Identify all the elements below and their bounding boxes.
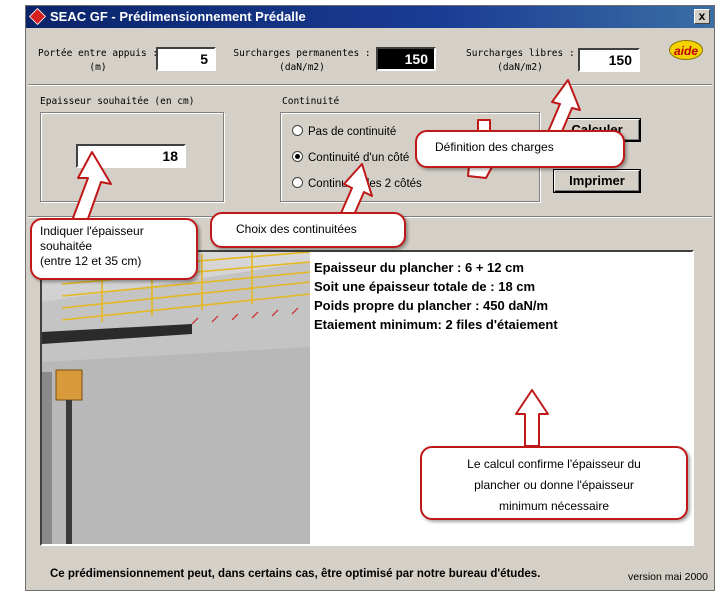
callout-continuites: Choix des continuitées [210, 212, 406, 248]
callout-epaisseur-line2: souhaitée [40, 239, 93, 253]
callout-continuites-text: Choix des continuitées [236, 222, 357, 236]
callout-calcul-line1: Le calcul confirme l'épaisseur du [467, 457, 641, 471]
callout-calcul: Le calcul confirme l'épaisseur du planch… [420, 446, 688, 520]
callout-charges: Définition des charges [415, 130, 625, 168]
callout-epaisseur-line1: Indiquer l'épaisseur [40, 224, 144, 238]
callout-charges-text: Définition des charges [435, 140, 554, 154]
callout-calcul-line2: plancher ou donne l'épaisseur [474, 478, 634, 492]
callout-epaisseur-line3: (entre 12 et 35 cm) [40, 254, 142, 268]
callout-epaisseur: Indiquer l'épaisseur souhaitée (entre 12… [30, 218, 198, 280]
callout-calcul-line3: minimum nécessaire [498, 499, 610, 513]
